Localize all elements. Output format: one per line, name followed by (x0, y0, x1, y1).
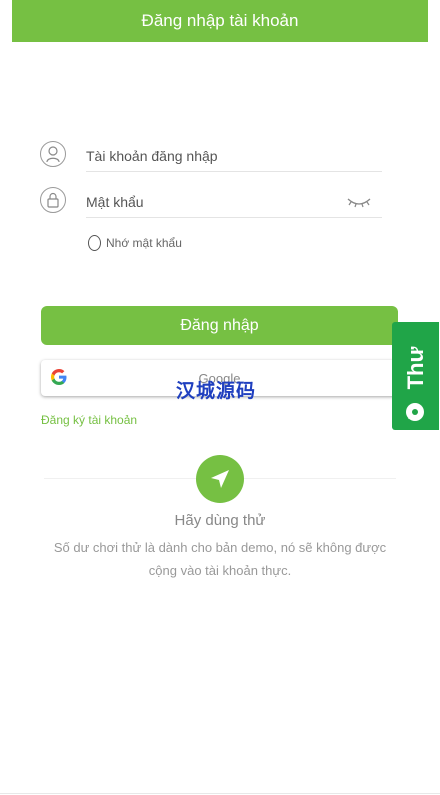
trial-description: Số dư chơi thử là dành cho bản demo, nó … (53, 540, 387, 578)
google-logo-icon (50, 368, 68, 386)
side-tab-label: Thư (402, 346, 428, 390)
remember-label: Nhớ mật khẩu (106, 236, 182, 250)
remember-radio[interactable] (88, 235, 101, 251)
trial-title: Hãy dùng thử (174, 512, 266, 529)
side-message-tab[interactable]: Thư (392, 322, 439, 430)
register-link[interactable]: Đăng ký tài khoản (41, 413, 137, 427)
username-input[interactable] (86, 141, 382, 172)
lock-icon (40, 187, 66, 213)
username-row (40, 141, 382, 181)
page-header: Đăng nhập tài khoản (12, 0, 428, 42)
bottom-border (0, 793, 440, 794)
watermark: 汉城源码 (176, 380, 257, 402)
chat-bubble-icon (405, 402, 425, 422)
user-icon (40, 141, 66, 167)
password-input[interactable] (86, 187, 382, 218)
login-button[interactable]: Đăng nhập (41, 306, 398, 345)
password-row (40, 187, 382, 227)
remember-password[interactable]: Nhớ mật khẩu (88, 235, 182, 251)
send-arrow-icon[interactable] (196, 455, 244, 503)
page-title: Đăng nhập tài khoản (141, 11, 299, 30)
eye-closed-icon[interactable] (346, 195, 372, 209)
